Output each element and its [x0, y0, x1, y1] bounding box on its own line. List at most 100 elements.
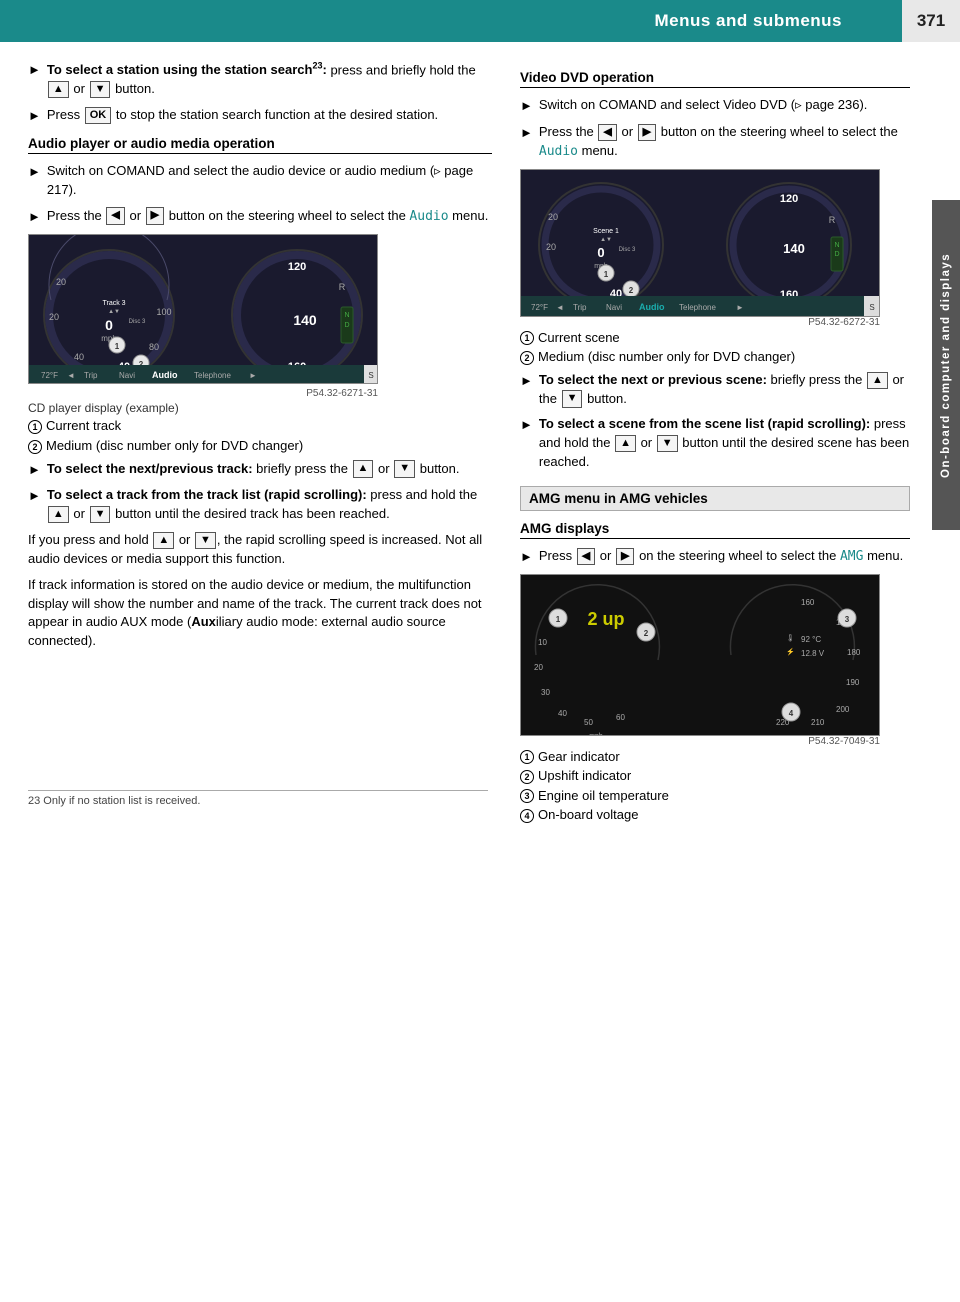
svg-text:R: R	[829, 215, 836, 225]
bullet-next-prev: ► To select the next/previous track: bri…	[28, 460, 492, 480]
btn-ok: OK	[85, 107, 112, 124]
list-item-1: 1 Current track	[28, 418, 492, 434]
sidebar-label: On-board computer and displays	[932, 200, 960, 530]
svg-text:2: 2	[629, 286, 634, 295]
bullet-press-ok: ► Press OK to stop the station search fu…	[28, 106, 492, 126]
para2: If track information is stored on the au…	[28, 576, 492, 651]
cd-img-caption: P54.32-6271-31	[28, 388, 378, 399]
amg-image-container: 10 20 30 40 50 60 1 2 up	[520, 574, 910, 747]
svg-text:160: 160	[801, 598, 815, 607]
list-text-1: Current track	[46, 418, 121, 434]
svg-text:20: 20	[49, 312, 59, 322]
svg-text:140: 140	[783, 241, 805, 256]
svg-text:1: 1	[115, 342, 120, 351]
svg-text:92 °C: 92 °C	[801, 635, 821, 644]
svg-text:120: 120	[288, 261, 306, 273]
video-list-text-2: Medium (disc number only for DVD changer…	[538, 349, 795, 365]
list-text-2: Medium (disc number only for DVD changer…	[46, 438, 303, 454]
cd-sub-caption: CD player display (example)	[28, 401, 492, 415]
svg-text:100: 100	[156, 307, 171, 317]
amg-list-text-4: On-board voltage	[538, 807, 638, 823]
audio-label-2: Audio	[539, 144, 578, 159]
svg-text:12.8 V: 12.8 V	[801, 649, 825, 658]
svg-text:◄: ◄	[556, 303, 564, 312]
btn-up-v: ▲	[867, 372, 888, 389]
video-dvd-image-container: 20 20 40 0 mph Scene 1 ▲▼ Disc 3 1 2	[520, 169, 910, 328]
svg-text:Disc 3: Disc 3	[619, 247, 636, 253]
btn-down-3: ▼	[90, 506, 111, 523]
btn-left-1: ◀	[106, 207, 124, 224]
btn-up-2: ▲	[353, 460, 374, 477]
bullet-arrow-v4: ►	[520, 416, 533, 472]
bullet-video-4: ► To select a scene from the scene list …	[520, 415, 910, 472]
bullet-station-search-text: To select a station using the station se…	[47, 60, 492, 99]
amg-list-3: 3 Engine oil temperature	[520, 788, 910, 804]
amg-list-1: 1 Gear indicator	[520, 749, 910, 765]
cd-player-image-container: 20 20 40 40 80 100 0 mph Track 3 ▲▼	[28, 234, 492, 399]
svg-text:3: 3	[845, 615, 850, 624]
cd-player-image: 20 20 40 40 80 100 0 mph Track 3 ▲▼	[28, 234, 378, 384]
bullet-arrow-v2: ►	[520, 124, 533, 162]
svg-text:120: 120	[780, 193, 798, 205]
svg-text:4: 4	[789, 709, 794, 718]
video-num-1: 1	[520, 330, 538, 346]
svg-text:mph: mph	[589, 733, 603, 736]
left-column: ► To select a station using the station …	[0, 60, 510, 827]
svg-text:200: 200	[836, 705, 850, 714]
svg-text:180: 180	[847, 648, 861, 657]
bullet-video-1: ► Switch on COMAND and select Video DVD …	[520, 96, 910, 116]
svg-text:40: 40	[558, 709, 567, 718]
bullet-arrow-4: ►	[28, 208, 41, 227]
svg-text:S: S	[368, 371, 373, 380]
svg-text:Disc 3: Disc 3	[129, 319, 146, 325]
header-bar: Menus and submenus 371	[0, 0, 960, 42]
svg-text:60: 60	[616, 713, 625, 722]
svg-text:10: 10	[538, 638, 547, 647]
speedometer-svg: 20 20 40 40 80 100 0 mph Track 3 ▲▼	[29, 235, 378, 384]
btn-down-1: ▼	[90, 81, 111, 98]
bullet-arrow-1: ►	[28, 61, 41, 99]
bullet-arrow-6: ►	[28, 487, 41, 524]
svg-text:D: D	[834, 251, 839, 258]
section-amg-box: AMG menu in AMG vehicles	[520, 486, 910, 511]
amg-list-text-1: Gear indicator	[538, 749, 620, 765]
svg-text:210: 210	[811, 718, 825, 727]
svg-text:⚡: ⚡	[786, 647, 795, 656]
svg-text:Navi: Navi	[119, 371, 135, 380]
svg-text:20: 20	[548, 212, 558, 222]
bullet-arrow-3: ►	[28, 163, 41, 200]
btn-up-v2: ▲	[615, 435, 636, 452]
main-content: ► To select a station using the station …	[0, 42, 960, 827]
header-title: Menus and submenus	[0, 11, 902, 31]
amg-list-4: 4 On-board voltage	[520, 807, 910, 823]
video-list-text-1: Current scene	[538, 330, 620, 346]
svg-text:►: ►	[249, 371, 257, 380]
svg-text:Telephone: Telephone	[679, 303, 716, 312]
svg-text:Navi: Navi	[606, 303, 622, 312]
svg-text:40: 40	[74, 352, 84, 362]
btn-right-1: ▶	[146, 207, 164, 224]
video-list-1: 1 Current scene	[520, 330, 910, 346]
svg-text:🌡: 🌡	[786, 634, 795, 642]
amg-image: 10 20 30 40 50 60 1 2 up	[520, 574, 880, 736]
video-num-2: 2	[520, 349, 538, 365]
bullet-comand-audio: ► Switch on COMAND and select the audio …	[28, 162, 492, 200]
svg-text:D: D	[344, 322, 349, 329]
amg-num-2: 2	[520, 768, 538, 784]
svg-text:2: 2	[644, 629, 649, 638]
section-audio-player: Audio player or audio media operation	[28, 136, 492, 154]
svg-text:Trip: Trip	[84, 371, 98, 380]
btn-right-amg: ▶	[616, 548, 634, 565]
amg-num-4: 4	[520, 807, 538, 823]
btn-down-v: ▼	[562, 390, 583, 407]
svg-text:Trip: Trip	[573, 303, 587, 312]
btn-down-v2: ▼	[657, 435, 678, 452]
btn-left-v: ◀	[598, 124, 616, 141]
bullet-arrow-2: ►	[28, 107, 41, 126]
audio-label-1: Audio	[409, 209, 448, 224]
svg-text:Telephone: Telephone	[194, 371, 231, 380]
svg-text:0: 0	[105, 317, 113, 333]
amg-gauge-svg: 10 20 30 40 50 60 1 2 up	[521, 575, 880, 736]
btn-down-2: ▼	[394, 460, 415, 477]
footnote: 23 Only if no station list is received.	[28, 790, 488, 807]
